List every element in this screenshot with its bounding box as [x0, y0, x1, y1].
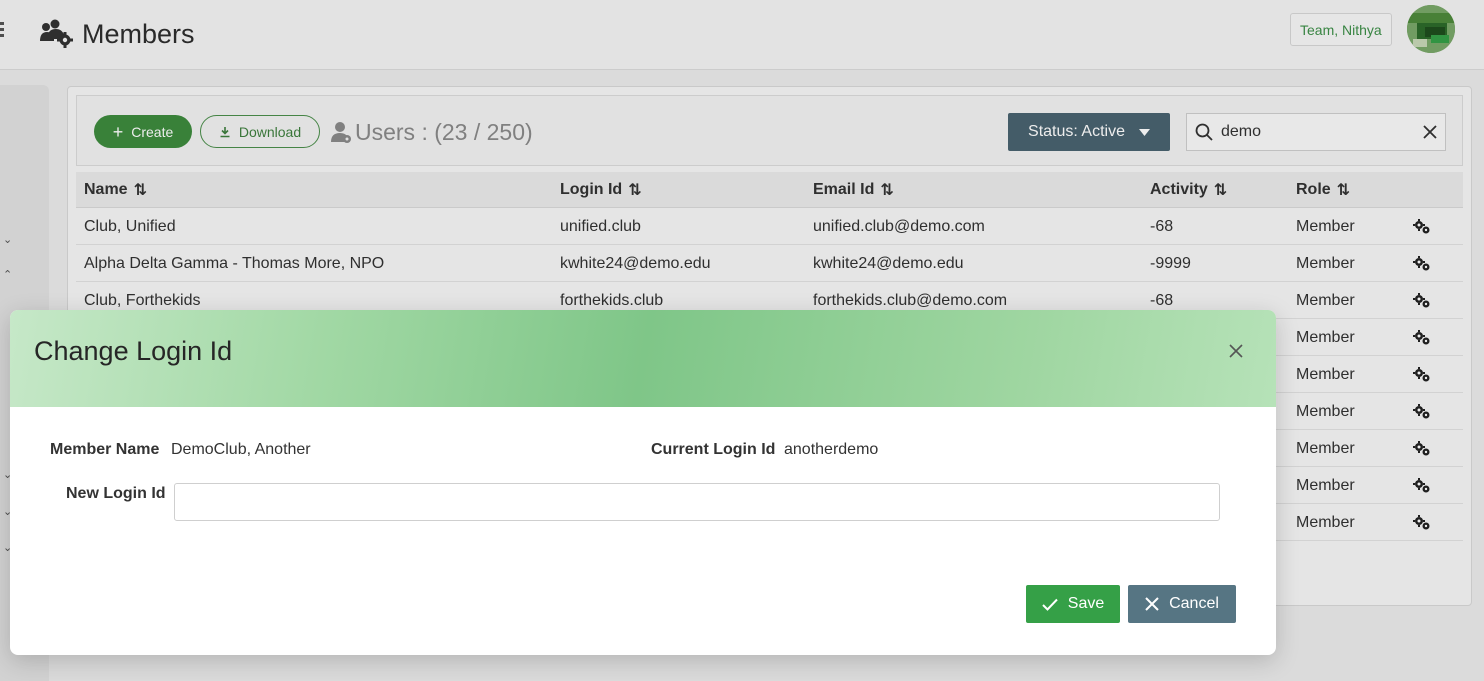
member-name-label: Member Name: [50, 441, 160, 458]
save-button[interactable]: Save: [1026, 585, 1120, 623]
new-login-input[interactable]: [174, 483, 1220, 521]
close-icon[interactable]: [1225, 340, 1247, 362]
check-icon: [1042, 598, 1058, 611]
member-name-value: DemoClub, Another: [171, 441, 311, 458]
cancel-button[interactable]: Cancel: [1128, 585, 1236, 623]
current-login-value: anotherdemo: [784, 441, 879, 458]
modal-header: Change Login Id: [10, 310, 1276, 407]
modal-title: Change Login Id: [34, 336, 233, 366]
new-login-label: New Login Id: [66, 485, 166, 502]
change-login-modal: Change Login Id Member Name DemoClub, An…: [10, 310, 1276, 655]
current-login-label: Current Login Id: [651, 441, 776, 458]
close-icon: [1145, 597, 1159, 611]
